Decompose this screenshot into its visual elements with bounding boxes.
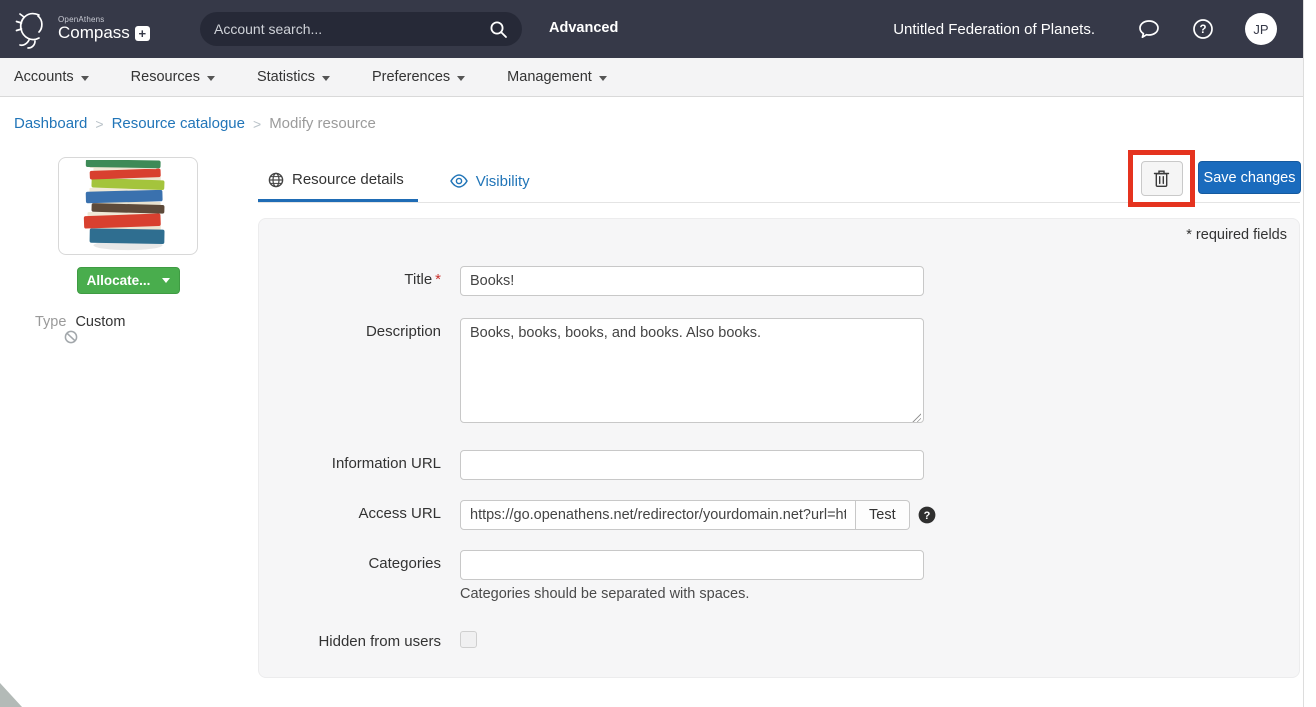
resource-details-panel: * required fields Title* Description Boo…	[258, 218, 1300, 678]
categories-label: Categories	[259, 550, 441, 602]
ban-icon	[64, 330, 78, 349]
chat-icon[interactable]	[1137, 17, 1161, 41]
resource-type-row: Type Custom	[35, 314, 125, 330]
chevron-down-icon	[457, 76, 465, 81]
type-value: Custom	[75, 314, 125, 330]
tab-resource-details[interactable]: Resource details	[258, 160, 418, 202]
information-url-row: Information URL	[259, 450, 1299, 480]
trash-icon	[1153, 169, 1170, 188]
eye-icon	[450, 174, 468, 188]
title-label: Title*	[259, 266, 441, 296]
title-row: Title*	[259, 266, 1299, 296]
breadcrumb: Dashboard > Resource catalogue > Modify …	[14, 115, 376, 132]
scrollbar-gutter[interactable]	[1303, 0, 1316, 707]
svg-text:?: ?	[923, 510, 930, 522]
books-stack-image	[69, 160, 187, 252]
delete-resource-button[interactable]	[1141, 161, 1183, 196]
type-label: Type	[35, 314, 66, 330]
breadcrumb-separator: >	[253, 116, 261, 132]
test-url-button[interactable]: Test	[856, 500, 910, 530]
account-search	[200, 12, 522, 46]
page: OpenAthens Compass + Advanced Untitled F…	[0, 0, 1316, 707]
categories-input[interactable]	[460, 550, 924, 580]
resource-image-card	[58, 157, 198, 255]
top-bar-right: Untitled Federation of Planets. ? JP	[893, 0, 1277, 58]
user-avatar[interactable]: JP	[1245, 13, 1277, 45]
information-url-label: Information URL	[259, 450, 441, 480]
brand-name-main: Compass	[58, 24, 130, 42]
nav-item-management[interactable]: Management	[507, 69, 607, 85]
search-icon[interactable]	[489, 20, 508, 39]
description-row: Description Books, books, books, and boo…	[259, 318, 1299, 428]
help-icon[interactable]: ?	[1191, 17, 1215, 41]
access-url-row: Access URL Test ?	[259, 500, 1299, 530]
access-url-label: Access URL	[259, 500, 441, 530]
save-changes-button[interactable]: Save changes	[1198, 161, 1301, 194]
hidden-from-users-checkbox[interactable]	[460, 631, 477, 648]
openathens-logo-icon	[12, 8, 52, 50]
question-circle-icon[interactable]: ?	[918, 506, 936, 524]
brand[interactable]: OpenAthens Compass +	[12, 8, 150, 50]
information-url-input[interactable]	[460, 450, 924, 480]
nav-item-accounts[interactable]: Accounts	[14, 69, 89, 85]
allocate-button[interactable]: Allocate...	[77, 267, 180, 294]
svg-text:?: ?	[1199, 24, 1206, 36]
brand-text: OpenAthens Compass +	[58, 16, 150, 42]
resource-form: Title* Description Books, books, books, …	[259, 266, 1299, 675]
breadcrumb-dashboard[interactable]: Dashboard	[14, 115, 87, 132]
chevron-down-icon	[207, 76, 215, 81]
nav-item-resources[interactable]: Resources	[131, 69, 215, 85]
required-asterisk: *	[435, 271, 441, 288]
title-input[interactable]	[460, 266, 924, 296]
nav-item-preferences[interactable]: Preferences	[372, 69, 465, 85]
breadcrumb-current-page: Modify resource	[269, 115, 376, 132]
compass-plus-badge-icon: +	[135, 26, 150, 41]
federation-name: Untitled Federation of Planets.	[893, 21, 1095, 38]
breadcrumb-separator: >	[95, 116, 103, 132]
chevron-down-icon	[81, 76, 89, 81]
tab-visibility[interactable]: Visibility	[440, 160, 544, 202]
categories-row: Categories Categories should be separate…	[259, 550, 1299, 602]
main-nav: Accounts Resources Statistics Preference…	[0, 58, 1303, 97]
description-label: Description	[259, 318, 441, 428]
chevron-down-icon	[162, 278, 170, 283]
breadcrumb-resource-catalogue[interactable]: Resource catalogue	[112, 115, 245, 132]
globe-icon	[268, 172, 284, 188]
chevron-down-icon	[599, 76, 607, 81]
nav-item-statistics[interactable]: Statistics	[257, 69, 330, 85]
hidden-from-users-row: Hidden from users	[259, 628, 1299, 653]
chevron-down-icon	[322, 76, 330, 81]
required-fields-note: * required fields	[1186, 227, 1287, 243]
description-textarea[interactable]: Books, books, books, and books. Also boo…	[460, 318, 924, 423]
advanced-search-link[interactable]: Advanced	[549, 20, 618, 36]
hidden-from-users-label: Hidden from users	[259, 628, 441, 653]
access-url-input[interactable]	[460, 500, 856, 530]
corner-artifact	[0, 683, 22, 707]
account-search-input[interactable]	[214, 21, 489, 37]
categories-hint: Categories should be separated with spac…	[460, 586, 924, 602]
top-bar: OpenAthens Compass + Advanced Untitled F…	[0, 0, 1303, 58]
